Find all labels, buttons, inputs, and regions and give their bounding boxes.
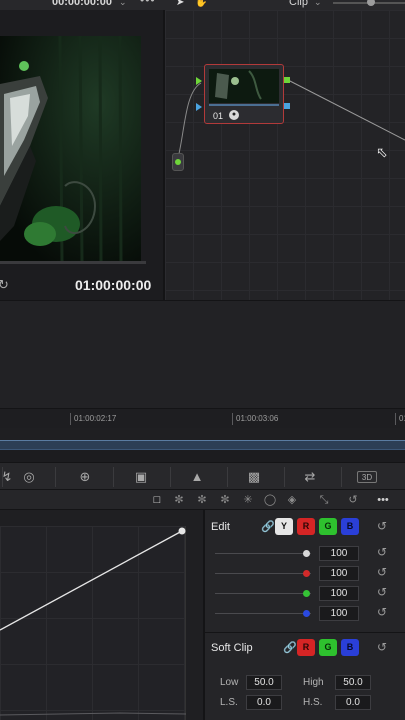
loop-icon[interactable]: ↻ bbox=[0, 277, 9, 293]
ruler-mark: 01 bbox=[395, 413, 405, 425]
pointer-tool-icon[interactable]: ➤ bbox=[176, 0, 184, 8]
link-icon[interactable]: 🔗 bbox=[283, 641, 297, 654]
soft-clip-title: Soft Clip bbox=[211, 642, 253, 654]
corrector-node[interactable]: 01 ● bbox=[204, 64, 284, 124]
hue-vs-hue-icon[interactable]: ✼ bbox=[171, 493, 187, 507]
3d-icon[interactable]: 3D bbox=[357, 471, 377, 483]
channel-y-button[interactable]: Y bbox=[275, 518, 293, 535]
b-intensity-slider[interactable] bbox=[215, 613, 311, 614]
node-output-green[interactable] bbox=[284, 77, 290, 83]
lum-vs-sat-icon[interactable]: ✳ bbox=[240, 493, 256, 507]
timeline-clip-track[interactable] bbox=[0, 440, 405, 450]
node-thumbnail bbox=[209, 69, 279, 103]
g-slider-knob[interactable] bbox=[303, 590, 310, 597]
hs-value[interactable]: 0.0 bbox=[335, 695, 371, 710]
channel-g-button[interactable]: G bbox=[319, 518, 337, 535]
g-intensity-value[interactable]: 100 bbox=[319, 586, 359, 601]
link-icon[interactable]: 🔗 bbox=[261, 520, 275, 533]
hs-label: H.S. bbox=[303, 697, 323, 708]
ls-value[interactable]: 0.0 bbox=[246, 695, 282, 710]
zoom-slider-knob[interactable] bbox=[367, 0, 375, 6]
palette-toolbar: ↯ ◎ ⊕ ▣ ▲ ▩ ⇄ 3D bbox=[0, 462, 405, 490]
magic-mask-icon[interactable]: ▲ bbox=[184, 468, 210, 486]
g-intensity-slider[interactable] bbox=[215, 593, 311, 594]
reset-icon[interactable]: ↺ bbox=[377, 585, 387, 599]
curve-control-point bbox=[178, 527, 186, 535]
soft-clip-g-button[interactable]: G bbox=[319, 639, 337, 656]
timeline-empty-track bbox=[0, 450, 405, 462]
clip-mode-dropdown[interactable]: Clip bbox=[289, 0, 308, 8]
b-slider-knob[interactable] bbox=[303, 610, 310, 617]
r-slider-knob[interactable] bbox=[303, 570, 310, 577]
high-label: High bbox=[303, 677, 324, 688]
chevron-down-icon[interactable]: ⌄ bbox=[314, 0, 322, 8]
mouse-cursor-icon: ⬁ bbox=[376, 144, 388, 160]
ruler-mark: 01:00:03:06 bbox=[232, 413, 278, 425]
node-number: 01 bbox=[213, 111, 224, 121]
low-label: Low bbox=[220, 677, 239, 688]
source-node[interactable] bbox=[172, 153, 184, 171]
expand-icon[interactable]: ⤡ bbox=[316, 493, 332, 507]
ruler-mark: 01:00:02:17 bbox=[70, 413, 116, 425]
viewer-timecode: 00:00:00:00 bbox=[52, 0, 112, 8]
blur-icon[interactable]: ▩ bbox=[241, 468, 267, 486]
timeline-ruler[interactable]: 01:00:02:17 01:00:03:06 01 bbox=[0, 408, 405, 428]
more-icon[interactable]: ••• bbox=[375, 493, 391, 507]
soft-clip-r-button[interactable]: R bbox=[297, 639, 315, 656]
hue-vs-sat-icon[interactable]: ✼ bbox=[194, 493, 210, 507]
y-intensity-value[interactable]: 100 bbox=[319, 546, 359, 561]
reset-icon[interactable]: ↺ bbox=[345, 493, 361, 507]
node-output-blue[interactable] bbox=[284, 103, 290, 109]
high-value[interactable]: 50.0 bbox=[335, 675, 371, 690]
empty-panel-area bbox=[0, 300, 405, 408]
edit-title: Edit bbox=[211, 521, 230, 533]
curves-mode-bar: □ ✼ ✼ ✼ ✳ ◯ ◈ ⤡ ↺ ••• bbox=[0, 490, 405, 510]
curves-edit-panel: Edit 🔗 Y R G B ↺ 100 ↺ 100 ↺ 100 ↺ 100 ↺… bbox=[205, 510, 405, 720]
reset-icon[interactable]: ↺ bbox=[377, 519, 387, 533]
ls-label: L.S. bbox=[220, 697, 238, 708]
node-input-blue[interactable] bbox=[196, 103, 202, 111]
section-divider bbox=[205, 632, 405, 633]
channel-b-button[interactable]: B bbox=[341, 518, 359, 535]
r-intensity-value[interactable]: 100 bbox=[319, 566, 359, 581]
channel-r-button[interactable]: R bbox=[297, 518, 315, 535]
top-toolbar: 00:00:00:00 ⌄ ••• ➤ ✋ Clip ⌄ bbox=[0, 0, 405, 10]
chevron-down-icon[interactable]: ⌄ bbox=[119, 0, 127, 8]
r-intensity-slider[interactable] bbox=[215, 573, 311, 574]
qualifier-icon[interactable]: ◎ bbox=[16, 468, 42, 486]
hand-tool-icon[interactable]: ✋ bbox=[195, 0, 207, 8]
sat-vs-sat-icon[interactable]: ◯ bbox=[262, 493, 278, 507]
viewer-scrubber[interactable] bbox=[0, 261, 146, 264]
y-intensity-slider[interactable] bbox=[215, 553, 311, 554]
low-value[interactable]: 50.0 bbox=[246, 675, 282, 690]
viewer-panel: ↻ 01:00:00:00 bbox=[0, 10, 163, 300]
reset-icon[interactable]: ↺ bbox=[377, 640, 387, 654]
reset-icon[interactable]: ↺ bbox=[377, 545, 387, 559]
b-intensity-value[interactable]: 100 bbox=[319, 606, 359, 621]
window-icon[interactable]: ⊕ bbox=[72, 468, 98, 486]
reset-icon[interactable]: ↺ bbox=[377, 565, 387, 579]
source-port[interactable] bbox=[175, 159, 181, 165]
tracker-icon[interactable]: ▣ bbox=[128, 468, 154, 486]
sizing-icon[interactable]: ⇄ bbox=[297, 468, 323, 486]
node-progress-bar bbox=[209, 104, 279, 106]
hue-vs-lum-icon[interactable]: ✼ bbox=[217, 493, 233, 507]
custom-curves-panel[interactable] bbox=[0, 510, 203, 720]
more-icon[interactable]: ••• bbox=[140, 0, 156, 7]
reset-icon[interactable]: ↺ bbox=[377, 605, 387, 619]
soft-clip-b-button[interactable]: B bbox=[341, 639, 359, 656]
viewer-timecode-display: 01:00:00:00 bbox=[75, 277, 152, 293]
node-fx-icon: ● bbox=[229, 110, 239, 120]
node-editor[interactable]: 01 ● ⬁ bbox=[165, 10, 405, 300]
sat-vs-lum-icon[interactable]: ◈ bbox=[284, 493, 300, 507]
node-input-green[interactable] bbox=[196, 77, 202, 85]
viewer-image bbox=[0, 36, 141, 261]
y-slider-knob[interactable] bbox=[303, 550, 310, 557]
custom-curves-icon[interactable]: □ bbox=[149, 493, 165, 507]
